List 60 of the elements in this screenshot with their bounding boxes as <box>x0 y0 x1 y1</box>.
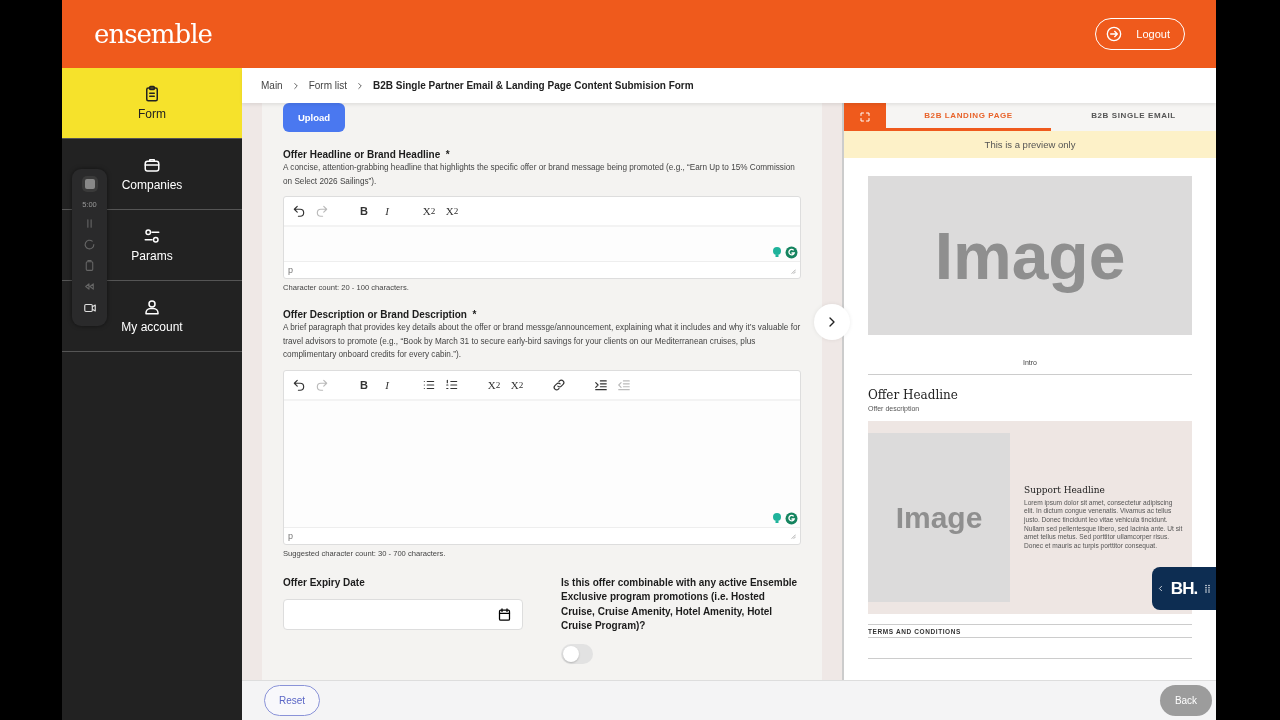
bold-button[interactable]: B <box>357 378 371 391</box>
offer-headline: Offer Headline <box>868 388 959 402</box>
reset-button[interactable]: Reset <box>264 685 320 716</box>
date-field[interactable] <box>283 599 523 631</box>
indent-button[interactable] <box>594 377 608 392</box>
undo-icon <box>292 377 306 392</box>
g-icon[interactable] <box>785 246 798 259</box>
support-headline: Support Headline <box>1024 484 1106 495</box>
field-description: A concise, attention-grabbing headline that highlights the specific offer or brand message being promoted (e.g., “Earn Up to 15% Commission on Select 2026 Sailings”). <box>283 162 796 188</box>
italic-button[interactable]: I <box>380 205 394 217</box>
field-label: Offer Headline or Brand Headline * <box>283 149 451 160</box>
undo-button[interactable] <box>292 204 306 218</box>
image-tile: Image <box>868 176 1192 335</box>
page-title: B2B Single Partner Email & Landing Page Content Submision Form <box>373 80 694 91</box>
resize-handle-icon <box>789 266 796 274</box>
preview-banner: This is a preview only <box>844 131 1216 158</box>
preview-tab[interactable]: B2B SINGLE EMAIL <box>1051 103 1216 131</box>
widget-logo: BH. <box>1170 578 1198 599</box>
field-label: Offer Description or Brand Description * <box>283 309 478 320</box>
bulb-icon <box>771 246 783 258</box>
indent-icon <box>594 377 608 392</box>
sidebar-item[interactable]: Form <box>62 68 242 139</box>
sliders-icon <box>143 227 161 245</box>
undo-button[interactable] <box>292 377 306 392</box>
camera-icon <box>82 301 97 315</box>
logout-icon <box>1106 26 1123 42</box>
link-button[interactable] <box>552 377 566 392</box>
undo-icon <box>292 204 306 218</box>
image-tile: Image <box>868 433 1010 602</box>
field-description: A brief paragraph that provides key details about the offer or brand messge/announcement, explaining what it includes and why it’s valuable for travel advisors to promote (e.g., “Book by March 31 to secure early-bird savings for your clients on our Mediterranean cruises, plus complimentary onboard credits for every cabin.”). <box>283 322 801 361</box>
upload-button[interactable]: Upload <box>283 103 345 132</box>
toggle-switch[interactable] <box>561 643 593 664</box>
link-icon <box>552 377 566 392</box>
breadcrumb-link[interactable]: Main <box>261 80 283 91</box>
rewind-icon <box>83 280 96 293</box>
question-label: Is this offer combinable with any active Ensemble Exclusive program promotions (i.e. Hosted Cruise, Cruise Amenity, Hotel Amenity, Hotel Cruise Program)? <box>561 575 799 634</box>
restart-icon <box>83 238 96 251</box>
italic-button[interactable]: I <box>380 378 394 391</box>
g-icon[interactable] <box>785 511 798 525</box>
numbered-list-button[interactable] <box>445 377 459 392</box>
numbered-list-icon <box>445 377 459 392</box>
logo: ensemble <box>94 19 212 49</box>
outdent-icon <box>617 377 631 392</box>
bold-button[interactable]: B <box>357 205 371 217</box>
expand-icon <box>859 111 871 123</box>
floating-widget[interactable]: BH. <box>1152 567 1216 610</box>
clipboard-icon <box>143 85 161 103</box>
field-label: Offer Expiry Date <box>283 575 366 590</box>
briefcase-icon <box>143 156 161 174</box>
redo-icon <box>315 204 329 218</box>
bulb-icon <box>771 511 783 524</box>
resize-handle-icon <box>789 532 796 539</box>
redo-icon <box>315 377 329 392</box>
element-path: p <box>288 530 293 541</box>
breadcrumb-link[interactable]: Form list <box>308 80 348 91</box>
stop-button[interactable] <box>81 176 98 192</box>
calendar-icon <box>497 607 512 623</box>
drag-handle-icon <box>1203 584 1213 593</box>
element-path: p <box>288 265 293 275</box>
person-icon <box>143 298 161 316</box>
